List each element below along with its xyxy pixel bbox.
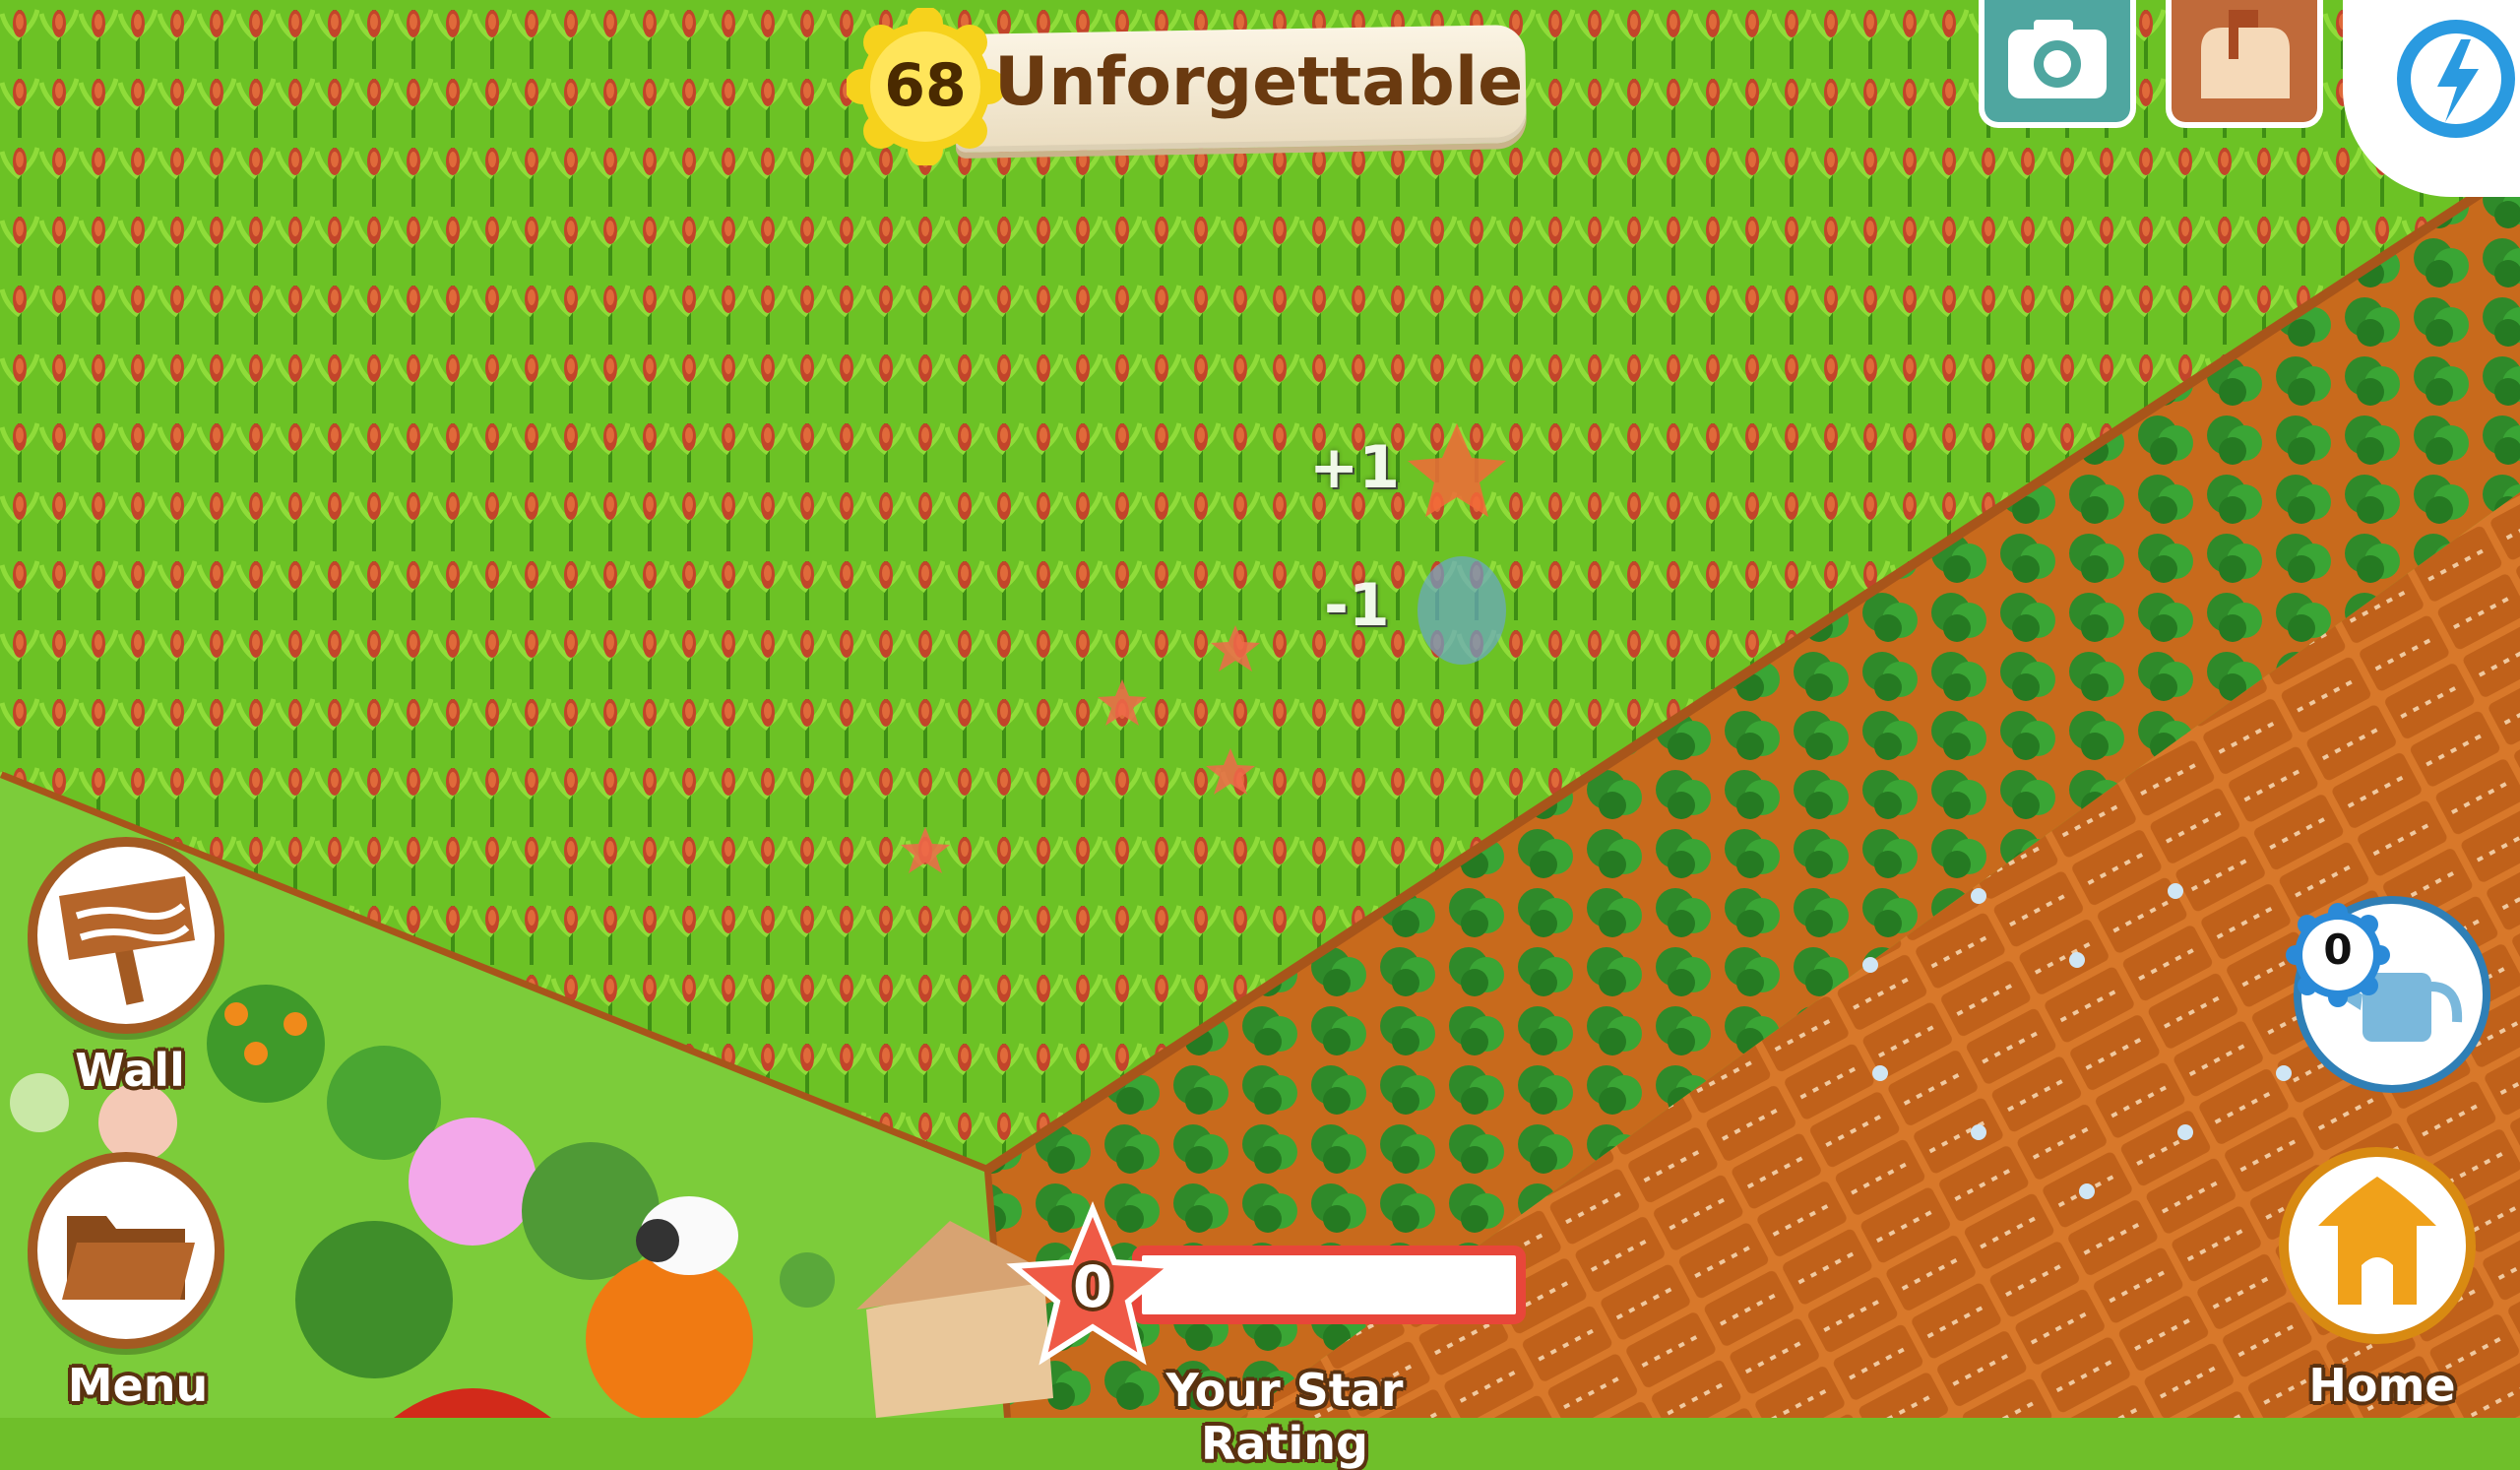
camera-button[interactable] bbox=[1979, 0, 2136, 128]
star-rating-label: Your Star Rating bbox=[1166, 1364, 1404, 1470]
camera-icon bbox=[2008, 20, 2107, 98]
menu-button[interactable] bbox=[28, 1152, 224, 1349]
signpost-icon bbox=[59, 876, 195, 1005]
star-count: 0 bbox=[1072, 1253, 1113, 1320]
mailbox-button[interactable] bbox=[2166, 0, 2323, 128]
water-loss-text: -1 bbox=[1324, 571, 1390, 640]
star-rating: 0 Your Star Rating bbox=[1006, 1196, 1526, 1470]
house-icon bbox=[2318, 1177, 2436, 1305]
energy-button[interactable] bbox=[2343, 0, 2520, 197]
mailbox-icon bbox=[2201, 10, 2290, 98]
energy-icon bbox=[2397, 20, 2515, 138]
watering-can-count: 0 bbox=[2323, 926, 2353, 974]
home-label: Home bbox=[2308, 1359, 2456, 1412]
folder-icon bbox=[62, 1216, 195, 1300]
wall-label: Wall bbox=[75, 1044, 185, 1097]
star-rating-bar bbox=[1132, 1246, 1526, 1324]
level-title: Unforgettable bbox=[994, 43, 1524, 121]
wall-button[interactable] bbox=[28, 837, 224, 1034]
level-number: 68 bbox=[884, 51, 967, 120]
xp-gain-text: +1 bbox=[1309, 433, 1401, 502]
level-banner: 68 Unforgettable bbox=[847, 8, 1673, 165]
menu-label: Menu bbox=[67, 1359, 209, 1412]
home-button[interactable] bbox=[2279, 1147, 2476, 1344]
